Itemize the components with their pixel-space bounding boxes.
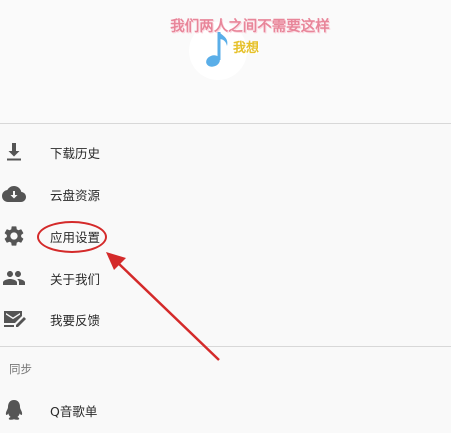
menu-item-label: 云盘资源 bbox=[50, 188, 101, 203]
feedback-icon bbox=[4, 311, 26, 327]
music-note-icon bbox=[206, 32, 228, 67]
menu-item-download-history[interactable]: 下载历史 bbox=[0, 132, 451, 172]
section-divider bbox=[0, 346, 451, 347]
gear-icon bbox=[4, 226, 24, 246]
lyric-text: 我们两人之间不需要这样 bbox=[170, 19, 330, 35]
menu-item-label: 关于我们 bbox=[50, 272, 101, 287]
download-icon bbox=[7, 143, 21, 161]
navigation-drawer: 我们两人之间不需要这样 我想 下载历史 云盘资源 应用设置 关于我们 我要反馈 … bbox=[0, 0, 451, 433]
qq-icon bbox=[5, 400, 23, 420]
people-icon bbox=[3, 271, 25, 285]
annotation-ellipse bbox=[37, 221, 107, 253]
menu-item-about-us[interactable]: 关于我们 bbox=[0, 258, 451, 298]
sync-section-title: 同步 bbox=[9, 362, 32, 376]
menu-item-feedback[interactable]: 我要反馈 bbox=[0, 299, 451, 339]
menu-item-label: 下载历史 bbox=[50, 146, 101, 161]
header-divider bbox=[0, 123, 451, 124]
menu-item-cloud-resource[interactable]: 云盘资源 bbox=[0, 174, 451, 214]
menu-item-label: 我要反馈 bbox=[50, 313, 101, 328]
menu-item-qq-playlist[interactable]: Q音歌单 bbox=[0, 390, 451, 430]
menu-item-label: Q音歌单 bbox=[50, 404, 98, 419]
lyric-tag: 我想 bbox=[233, 41, 260, 56]
drawer-header: 我们两人之间不需要这样 我想 bbox=[0, 0, 451, 123]
cloud-download-icon bbox=[2, 186, 26, 202]
